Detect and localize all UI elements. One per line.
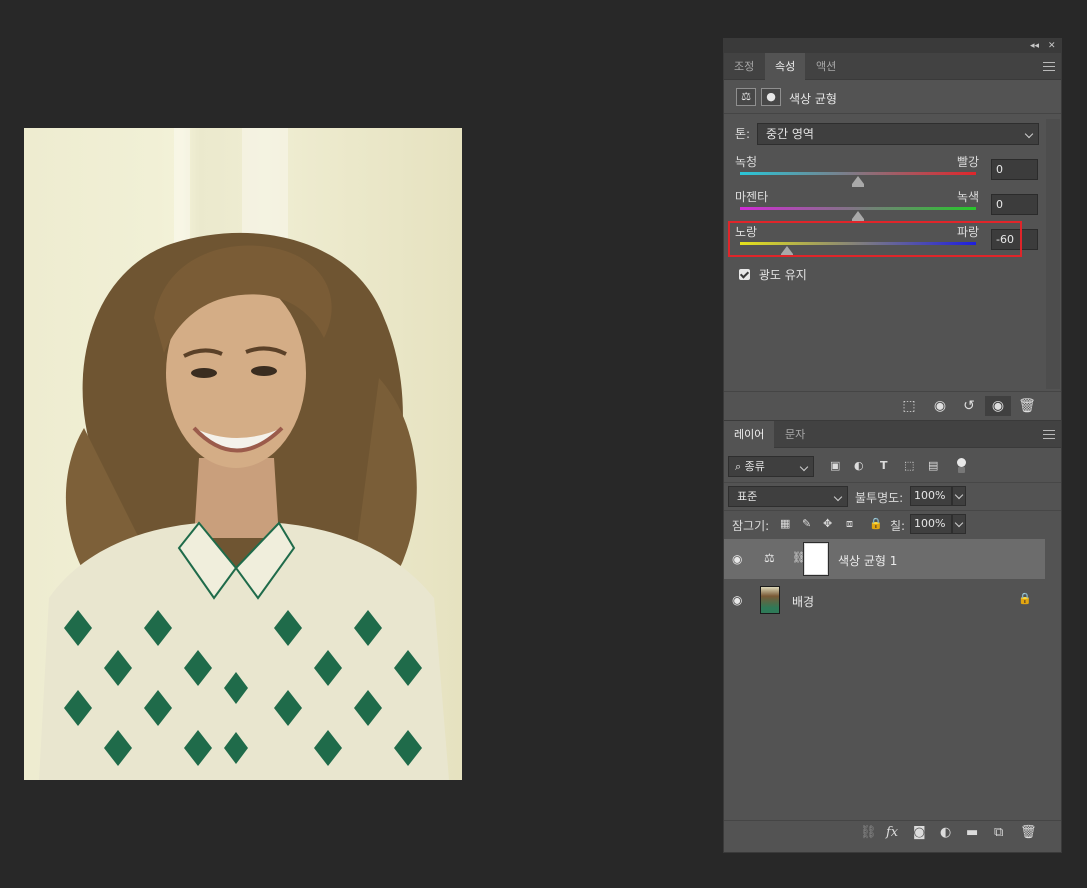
properties-header: ⚖ ● 색상 균형 [724,80,1061,114]
visibility-icon[interactable]: ◉ [732,552,742,566]
visibility-icon[interactable]: ◉ [732,593,742,607]
tab-actions[interactable]: 액션 [806,53,846,80]
blend-mode-select[interactable]: 표준 [728,486,848,507]
chevron-down-icon [833,492,843,502]
layer-row-background[interactable]: ◉ 배경 🔒 [724,580,1045,620]
search-icon: ⌕ [735,460,745,473]
new-layer-icon[interactable]: ⧉ [994,825,1003,840]
highlight-box [728,221,1022,257]
tab-adjustments[interactable]: 조정 [724,53,764,80]
trash-icon[interactable]: 🗑 [1020,825,1037,840]
adjustment-filter-icon[interactable]: ◐ [854,459,864,472]
panel-menu-icon[interactable] [1043,59,1055,73]
lock-row: 잠그기: ▦ ✎ ✥ ⧈ 🔒 칠: 100% [724,510,1061,538]
tab-properties[interactable]: 속성 [765,53,806,80]
layers-footer: ⛓ fx ◙ ◐ ▬ ⧉ 🗑 [724,820,1061,846]
trash-icon[interactable]: 🗑 [1014,396,1040,416]
tone-label: 톤: [735,127,751,141]
slider-left-label: 마젠타 [735,190,769,204]
cyan-red-slider: 녹청 빨강 0 [733,153,1063,187]
blend-row: 표준 불투명도: 100% [724,482,1061,510]
tone-select[interactable]: 중간 영역 [757,123,1039,145]
slider-track[interactable] [740,172,976,175]
layer-thumbnail [760,586,780,614]
collapse-icon[interactable]: ◂◂ [1030,39,1039,53]
lock-icon: 🔒 [1018,592,1032,605]
magenta-green-value-field[interactable]: 0 [991,194,1038,215]
opacity-dropdown[interactable] [952,486,966,506]
link-layers-icon[interactable]: ⛓ [860,825,877,840]
layer-name[interactable]: 색상 균형 1 [838,552,897,569]
slider-right-label: 녹색 [957,190,980,204]
layer-mask-thumbnail[interactable] [803,542,829,576]
lock-position-icon[interactable]: ✥ [823,517,832,530]
visibility-icon[interactable]: ◉ [985,396,1011,416]
fill-label: 칠: [890,519,906,533]
properties-footer: ⬚ ◉ ↺ ◉ 🗑 [724,391,1061,419]
layers-tabbar: 레이어 문자 [724,420,1061,448]
properties-tabbar: 조정 속성 액션 [724,53,1061,80]
preserve-luminosity-label: 광도 유지 [758,268,807,282]
opacity-field[interactable]: 100% [910,486,952,506]
slider-thumb[interactable] [852,211,864,222]
slider-right-label: 빨강 [957,155,980,169]
slider-track[interactable] [740,207,976,210]
properties-scrollbar[interactable] [1046,119,1060,389]
fill-dropdown[interactable] [952,514,966,534]
color-balance-icon: ⚖ [764,551,775,565]
panel-titlebar: ◂◂ ✕ [724,39,1061,53]
clip-to-layer-icon[interactable]: ⬚ [896,396,922,416]
slider-thumb[interactable] [852,176,864,187]
lock-image-icon[interactable]: ✎ [802,517,811,530]
lock-transparent-icon[interactable]: ▦ [780,517,790,530]
lock-all-icon[interactable]: 🔒 [869,517,883,530]
filter-kind-select[interactable]: ⌕ 종류 [728,456,814,477]
properties-panel: ◂◂ ✕ 조정 속성 액션 ⚖ ● 색상 균형 톤: 중간 영역 녹청 빨강 0… [723,38,1062,853]
reset-icon[interactable]: ↺ [956,396,982,416]
type-filter-icon[interactable]: T [880,459,888,472]
new-adjustment-icon[interactable]: ◐ [940,825,951,840]
smart-object-filter-icon[interactable]: ▤ [928,459,938,472]
tab-layers[interactable]: 레이어 [724,421,775,448]
layers-menu-icon[interactable] [1043,427,1055,441]
tone-value: 중간 영역 [766,127,814,141]
blend-mode-value: 표준 [737,490,758,503]
layer-name[interactable]: 배경 [792,593,814,610]
chevron-down-icon [799,462,809,472]
slider-left-label: 녹청 [735,155,758,169]
portrait-photo [39,232,449,780]
lock-label: 잠그기: [732,519,770,533]
preserve-luminosity-checkbox[interactable] [739,269,750,280]
opacity-label: 불투명도: [855,491,904,505]
canvas-photo[interactable] [24,128,462,780]
close-icon[interactable]: ✕ [1048,39,1056,53]
chevron-down-icon [1024,129,1034,139]
layer-filter-row: ⌕ 종류 ▣ ◐ T ⬚ ▤ [724,452,1061,480]
magenta-green-slider: 마젠타 녹색 0 [733,188,1063,222]
add-mask-icon[interactable]: ◙ [913,825,926,840]
adjustment-title: 색상 균형 [789,92,837,106]
pixel-filter-icon[interactable]: ▣ [830,459,840,472]
layer-row-color-balance[interactable]: ◉ ⚖ ⛓ 색상 균형 1 [724,539,1045,579]
new-group-icon[interactable]: ▬ [966,825,978,840]
preserve-luminosity-row[interactable]: 광도 유지 [739,266,807,283]
fx-icon[interactable]: fx [886,825,898,840]
tab-character[interactable]: 문자 [775,421,815,448]
fill-field[interactable]: 100% [910,514,952,534]
filter-toggle-icon[interactable] [957,458,966,473]
color-balance-icon[interactable]: ⚖ [736,88,756,106]
view-previous-icon[interactable]: ◉ [927,396,953,416]
filter-kind-value: 종류 [744,460,765,473]
mask-icon[interactable]: ● [761,88,781,106]
shape-filter-icon[interactable]: ⬚ [904,459,914,472]
cyan-red-value-field[interactable]: 0 [991,159,1038,180]
lock-artboard-icon[interactable]: ⧈ [846,517,853,531]
